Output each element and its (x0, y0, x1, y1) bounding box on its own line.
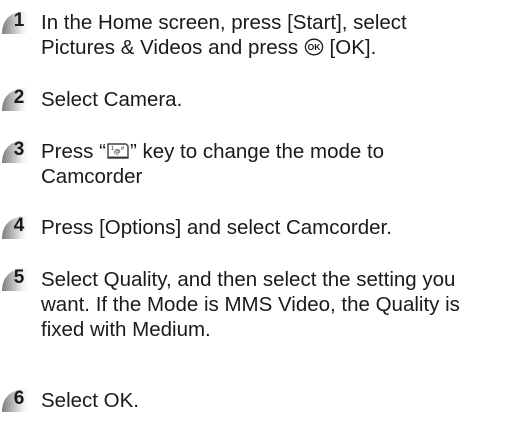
step-text: Press “1 @ #” key to change the mode to Ca… (41, 139, 527, 189)
step-line: Press “1 @ #” key to change the mode to (41, 139, 527, 164)
step-text: Select OK. (41, 388, 527, 413)
step-number-badge: 5 (0, 265, 34, 293)
step-number: 1 (13, 10, 25, 31)
step-number-badge: 6 (0, 386, 34, 414)
step-number: 2 (13, 87, 25, 108)
step-line-text: Press “ (41, 140, 106, 163)
step-line-text: ” key to change the mode to (129, 140, 385, 163)
step-number: 5 (13, 267, 25, 288)
step-line-text: Select OK. (41, 389, 139, 412)
step-line: Pictures & Videos and press OK [OK]. (41, 35, 527, 60)
step-line-text: Press [Options] and select Camcorder. (41, 216, 392, 239)
svg-text:#: # (121, 146, 125, 152)
step-text: Select Camera. (41, 87, 527, 112)
step-number: 4 (13, 215, 25, 236)
svg-text:OK: OK (307, 42, 321, 52)
step-line-text: fixed with Medium. (41, 318, 211, 341)
step-line-text: Camcorder (41, 165, 143, 188)
step-line: Select Quality, and then select the sett… (41, 267, 527, 292)
step-text: Press [Options] and select Camcorder. (41, 215, 527, 240)
step-number-badge: 4 (0, 213, 34, 241)
step-line: In the Home screen, press [Start], selec… (41, 10, 527, 35)
step-number: 3 (13, 139, 25, 160)
step-line-text: In the Home screen, press [Start], selec… (41, 11, 407, 34)
step-line-text: Select Camera. (41, 88, 183, 111)
step-number-badge: 3 (0, 137, 34, 165)
step-number: 6 (13, 388, 25, 409)
step-line: Press [Options] and select Camcorder. (41, 215, 527, 240)
step-line-text: Select Quality, and then select the sett… (41, 268, 456, 291)
step-text: In the Home screen, press [Start], selec… (41, 10, 527, 60)
step-text: Select Quality, and then select the sett… (41, 267, 527, 342)
step-line-text: [OK]. (323, 36, 377, 59)
step-line-text: Pictures & Videos and press (41, 36, 304, 59)
step-number-badge: 1 (0, 8, 34, 36)
svg-text:@: @ (114, 149, 120, 156)
step-line: Camcorder (41, 164, 527, 189)
mode-key-icon: 1 @ # (107, 143, 129, 159)
step-line: Select Camera. (41, 87, 527, 112)
ok-button-icon: OK (304, 38, 324, 56)
step-line-text: want. If the Mode is MMS Video, the Qual… (41, 293, 460, 316)
step-line: want. If the Mode is MMS Video, the Qual… (41, 292, 527, 317)
step-number-badge: 2 (0, 85, 34, 113)
step-line: fixed with Medium. (41, 317, 527, 342)
step-line: Select OK. (41, 388, 527, 413)
